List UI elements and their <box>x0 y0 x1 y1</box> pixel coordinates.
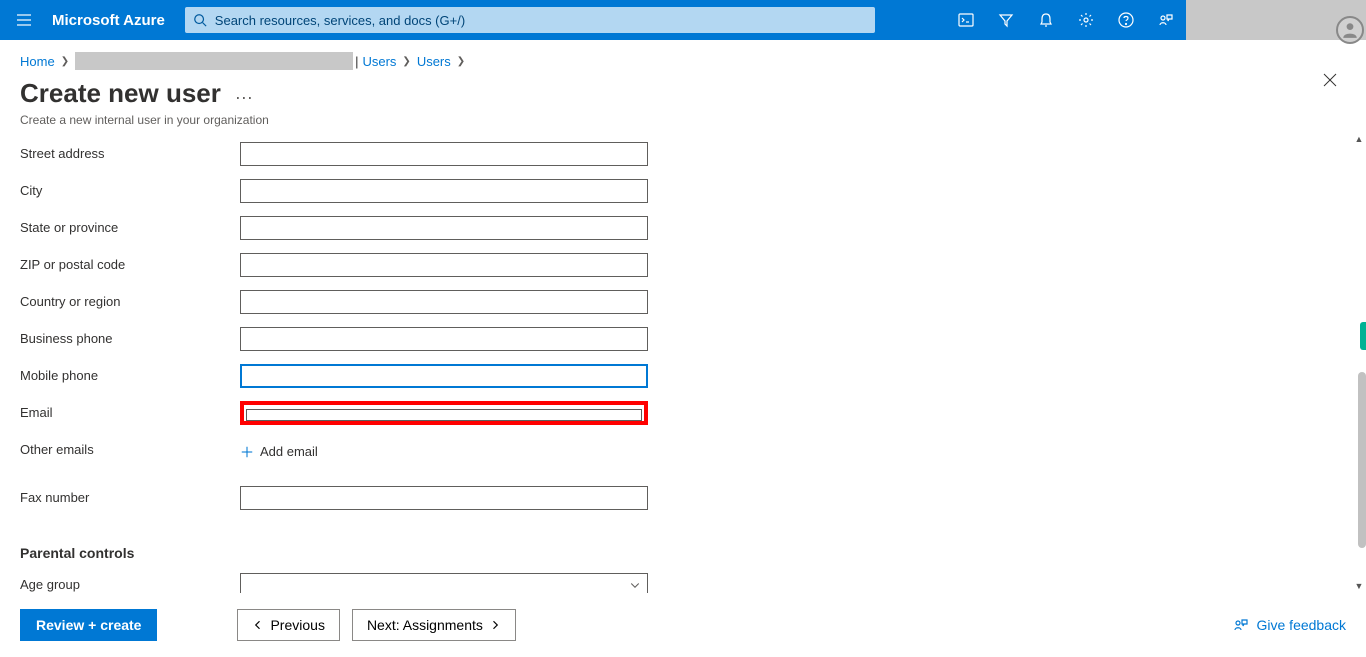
input-zip[interactable] <box>240 253 648 277</box>
close-icon <box>1322 72 1338 88</box>
label-street-address: Street address <box>20 142 240 161</box>
next-button[interactable]: Next: Assignments <box>352 609 516 641</box>
avatar <box>1336 16 1364 44</box>
brand-label[interactable]: Microsoft Azure <box>48 12 179 29</box>
breadcrumb: Home ❯ | Users ❯ Users ❯ <box>0 40 1366 72</box>
previous-button[interactable]: Previous <box>237 609 339 641</box>
page-subtitle: Create a new internal user in your organ… <box>20 113 1346 127</box>
search-input[interactable]: Search resources, services, and docs (G+… <box>185 7 875 33</box>
scroll-down-button[interactable]: ▼ <box>1352 579 1366 593</box>
label-state: State or province <box>20 216 240 235</box>
label-fax: Fax number <box>20 486 240 505</box>
give-feedback-label: Give feedback <box>1257 617 1347 633</box>
input-country[interactable] <box>240 290 648 314</box>
menu-button[interactable] <box>0 0 48 40</box>
label-business-phone: Business phone <box>20 327 240 346</box>
chevron-right-icon: ❯ <box>61 56 69 67</box>
feedback-top-button[interactable] <box>1146 0 1186 40</box>
gear-icon <box>1078 12 1094 28</box>
bell-icon <box>1038 12 1054 28</box>
user-icon <box>1341 21 1359 39</box>
chevron-right-icon: ❯ <box>402 56 410 67</box>
input-city[interactable] <box>240 179 648 203</box>
label-other-emails: Other emails <box>20 438 240 457</box>
select-age-group[interactable] <box>240 573 648 593</box>
input-street-address[interactable] <box>240 142 648 166</box>
person-feedback-icon <box>1158 12 1174 28</box>
search-placeholder: Search resources, services, and docs (G+… <box>215 13 465 28</box>
input-state[interactable] <box>240 216 648 240</box>
person-feedback-icon <box>1233 617 1249 633</box>
close-button[interactable] <box>1322 72 1338 91</box>
page-title: Create new user <box>20 78 221 109</box>
chevron-right-icon <box>489 619 501 631</box>
plus-icon <box>240 445 254 459</box>
breadcrumb-home[interactable]: Home <box>20 54 55 69</box>
input-mobile-phone[interactable] <box>240 364 648 388</box>
label-country: Country or region <box>20 290 240 309</box>
account-area[interactable] <box>1186 0 1366 40</box>
label-age-group: Age group <box>20 573 240 592</box>
scroll-up-button[interactable]: ▲ <box>1352 132 1366 146</box>
label-city: City <box>20 179 240 198</box>
input-business-phone[interactable] <box>240 327 648 351</box>
breadcrumb-users-1[interactable]: Users <box>362 54 396 69</box>
chevron-right-icon: ❯ <box>457 56 465 67</box>
separator-pipe: | <box>355 54 358 69</box>
previous-label: Previous <box>270 617 324 633</box>
input-email-highlight <box>240 401 648 425</box>
help-icon <box>1118 12 1134 28</box>
breadcrumb-users-2[interactable]: Users <box>417 54 451 69</box>
add-email-button[interactable]: Add email <box>240 444 318 459</box>
label-zip: ZIP or postal code <box>20 253 240 272</box>
side-tab-indicator[interactable] <box>1360 322 1366 350</box>
input-fax[interactable] <box>240 486 648 510</box>
breadcrumb-tenant-masked[interactable] <box>75 52 353 70</box>
next-label: Next: Assignments <box>367 617 483 633</box>
cloud-shell-icon <box>958 12 974 28</box>
scroll-thumb[interactable] <box>1358 372 1366 548</box>
review-create-button[interactable]: Review + create <box>20 609 157 641</box>
hamburger-icon <box>16 12 32 28</box>
give-feedback-link[interactable]: Give feedback <box>1233 617 1347 633</box>
label-mobile-phone: Mobile phone <box>20 364 240 383</box>
filter-icon <box>998 12 1014 28</box>
add-email-label: Add email <box>260 444 318 459</box>
input-email[interactable] <box>246 409 642 421</box>
notifications-button[interactable] <box>1026 0 1066 40</box>
section-parental-controls: Parental controls <box>20 545 1332 561</box>
help-button[interactable] <box>1106 0 1146 40</box>
filter-button[interactable] <box>986 0 1026 40</box>
search-icon <box>193 13 207 27</box>
more-actions-button[interactable]: ··· <box>235 92 253 102</box>
label-email: Email <box>20 401 240 420</box>
chevron-down-icon <box>629 579 641 591</box>
settings-button[interactable] <box>1066 0 1106 40</box>
chevron-left-icon <box>252 619 264 631</box>
cloud-shell-button[interactable] <box>946 0 986 40</box>
